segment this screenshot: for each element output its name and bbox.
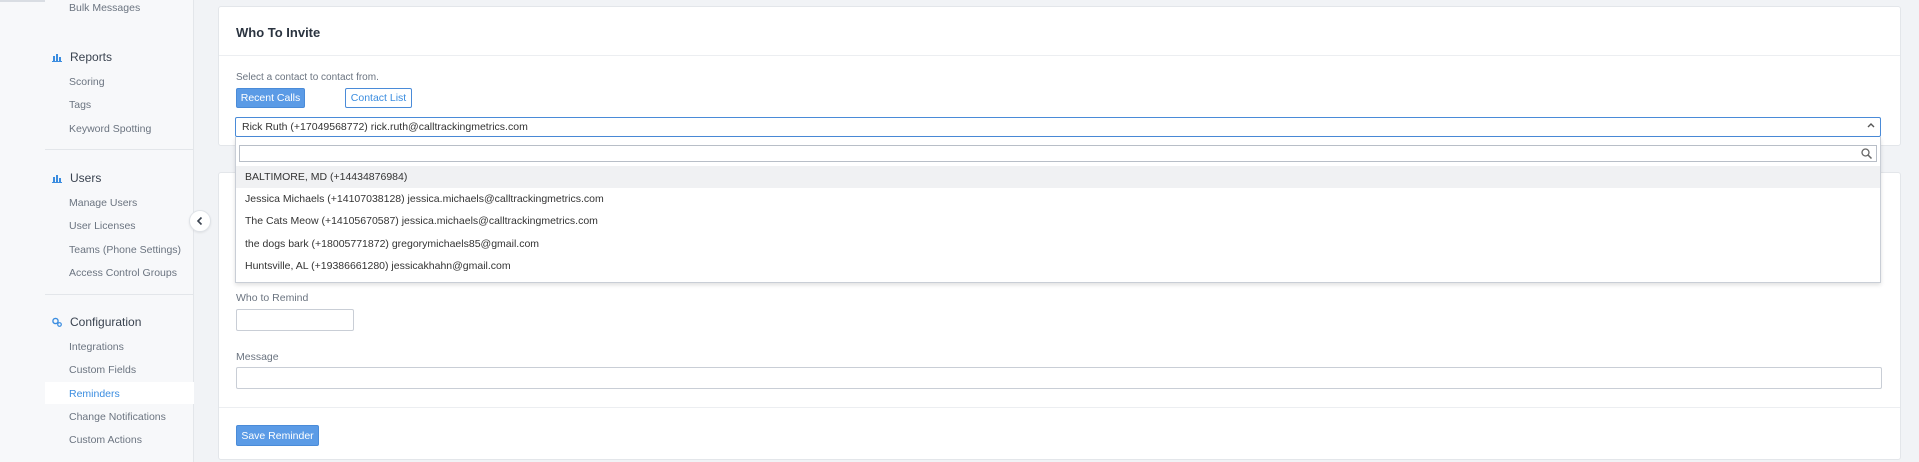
contact-select-value: Rick Ruth (+17049568772) rick.ruth@callt…	[242, 121, 528, 133]
message-label: Message	[236, 351, 279, 363]
sidebar-item-change-notifications[interactable]: Change Notifications	[69, 411, 166, 423]
dropdown-option[interactable]: Huntsville, AL (+19386661280) jessicakha…	[236, 255, 1880, 277]
save-reminder-button[interactable]: Save Reminder	[236, 425, 319, 446]
left-gutter	[0, 0, 45, 462]
sidebar-item-scoring[interactable]: Scoring	[69, 76, 105, 88]
sidebar-item-bulk-messages[interactable]: Bulk Messages	[69, 2, 140, 14]
sidebar-item-teams[interactable]: Teams (Phone Settings)	[69, 244, 181, 256]
chevron-left-icon	[196, 216, 203, 226]
sidebar-item-tags[interactable]: Tags	[69, 99, 91, 111]
card-title: Who To Invite	[236, 25, 321, 40]
dropdown-option[interactable]: The Cats Meow (+14105670587) jessica.mic…	[236, 210, 1880, 232]
recent-calls-button[interactable]: Recent Calls	[236, 88, 305, 108]
sidebar-divider	[45, 149, 194, 150]
form-divider	[219, 407, 1900, 408]
dropdown-search-input[interactable]	[239, 145, 1877, 162]
contact-dropdown: BALTIMORE, MD (+14434876984) Jessica Mic…	[235, 137, 1881, 283]
sidebar-nav: Bulk Messages Reports Scoring Tags Keywo…	[45, 0, 194, 462]
gears-icon	[52, 317, 62, 327]
gutter-divider	[0, 0, 45, 2]
bar-chart-icon	[52, 175, 62, 183]
sidebar-item-custom-fields[interactable]: Custom Fields	[69, 364, 136, 376]
sidebar-section-label: Users	[70, 171, 102, 185]
message-input[interactable]	[236, 367, 1882, 389]
sidebar-section-reports[interactable]: Reports	[52, 50, 112, 64]
sidebar-section-label: Configuration	[70, 315, 142, 329]
dropdown-option[interactable]: the dogs bark (+18005771872) gregorymich…	[236, 233, 1880, 255]
dropdown-option[interactable]: Jessica Michaels (+14107038128) jessica.…	[236, 188, 1880, 210]
sidebar-item-keyword-spotting[interactable]: Keyword Spotting	[69, 123, 151, 135]
dropdown-option[interactable]: BALTIMORE, MD (+14434876984)	[236, 166, 1880, 188]
contact-list-button[interactable]: Contact List	[345, 88, 412, 108]
sidebar-item-custom-actions[interactable]: Custom Actions	[69, 434, 142, 446]
sidebar-section-users[interactable]: Users	[52, 171, 101, 185]
sidebar-section-label: Reports	[70, 50, 113, 64]
search-icon	[1861, 148, 1873, 160]
contact-hint: Select a contact to contact from.	[236, 72, 379, 83]
sidebar-item-manage-users[interactable]: Manage Users	[69, 197, 137, 209]
sidebar-item-reminders[interactable]: Reminders	[69, 388, 120, 400]
bar-chart-icon	[52, 54, 62, 62]
who-to-remind-input[interactable]	[236, 309, 354, 331]
sidebar-collapse-button[interactable]	[189, 210, 211, 232]
chevron-up-icon	[1867, 123, 1875, 128]
card-divider	[219, 55, 1900, 56]
sidebar-section-configuration[interactable]: Configuration	[52, 315, 141, 329]
sidebar-item-user-licenses[interactable]: User Licenses	[69, 220, 136, 232]
contact-select[interactable]: Rick Ruth (+17049568772) rick.ruth@callt…	[235, 117, 1881, 137]
who-to-remind-label: Who to Remind	[236, 292, 309, 304]
sidebar-divider	[45, 294, 194, 295]
sidebar-item-integrations[interactable]: Integrations	[69, 341, 124, 353]
sidebar-item-access-control-groups[interactable]: Access Control Groups	[69, 267, 177, 279]
